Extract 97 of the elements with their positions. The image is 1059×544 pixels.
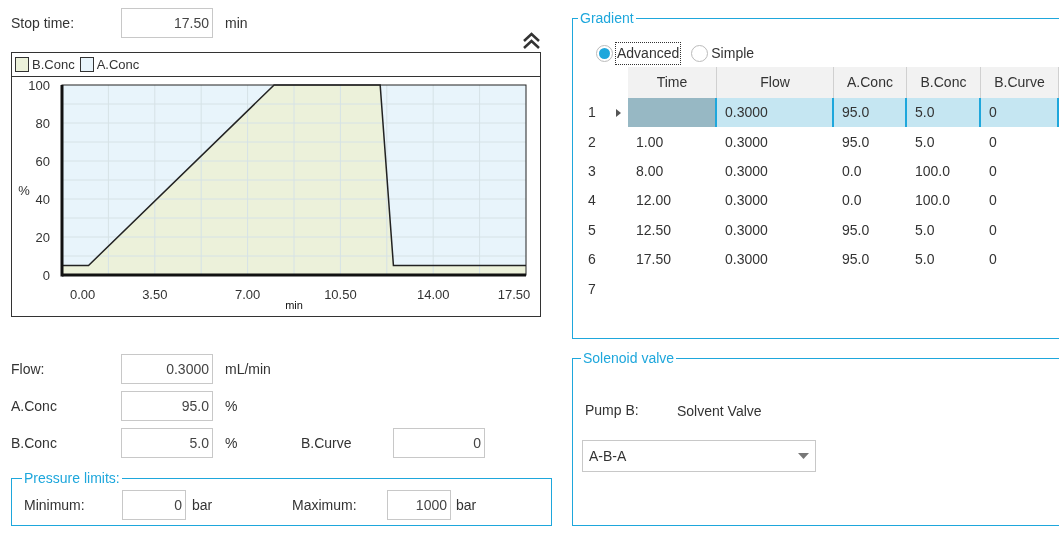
input-field[interactable]: 0 [122,490,186,520]
table-row[interactable]: 5 12.50 0.3000 95.0 5.0 0 [580,215,1059,245]
table-cell-text: 0 [988,161,998,181]
row-number: 6 [588,250,597,270]
group-title: Solenoid valve [582,349,676,368]
unit-label: % [225,433,239,453]
x-tick-label: 17.50 [497,287,531,302]
table-cell: 95.0 [834,98,907,128]
legend-label: B.Conc [32,55,75,74]
radio-option[interactable]: Advanced [596,41,682,65]
y-tick-label: 60 [35,154,50,169]
table-row[interactable]: 2 1.00 0.3000 95.0 5.0 0 [580,127,1059,157]
unit-label: bar [192,495,214,515]
field-label: B.Conc [11,433,58,453]
input-field[interactable]: 17.50 [121,8,213,38]
table-cell-text: 1.00 [635,132,665,152]
x-tick-label: 14.00 [416,287,450,302]
table-row[interactable]: 3 8.00 0.3000 0.0 100.0 0 [580,156,1059,187]
x-axis-title: min [285,299,303,311]
table-cell-text: 0 [988,191,998,211]
table-row[interactable]: 4 12.00 0.3000 0.0 100.0 0 [580,186,1059,216]
table-cell-text: 0 [988,132,998,152]
field-label: Minimum: [24,495,86,515]
y-axis-title: % [18,183,30,198]
table-cell: 0 [981,98,1059,128]
column-header[interactable]: Time [628,67,717,98]
table-cell-text: 0 [988,220,998,240]
group-title: Pressure limits: [23,469,121,488]
column-header[interactable]: B.Curve [981,67,1059,98]
table-cell-text: 5.0 [914,220,936,240]
table-cell-text: 100.0 [914,161,952,181]
table-cell-text: 8.00 [635,161,665,181]
table-cell-text: 0.0 [841,161,863,181]
row-number: 3 [588,161,597,181]
unit-label: bar [456,495,477,515]
field-label: Pump B: [585,401,640,420]
table-cell-text: 95.0 [841,132,871,152]
group-title: Gradient [579,9,635,28]
table-cell-text: 0.3000 [724,220,769,240]
table-cell-text: 0.3000 [724,161,769,181]
field-label: Stop time: [11,13,76,33]
dropdown[interactable]: A-B-A [582,440,816,472]
x-tick-label: 3.50 [142,287,168,302]
input-field[interactable]: 5.0 [121,428,213,458]
radio-label: Simple [710,43,756,63]
column-header[interactable]: Flow [717,67,834,98]
table-cell-text: 0.3000 [724,132,769,152]
unit-label: % [225,396,239,416]
y-tick-label: 20 [35,230,50,245]
table-cell: 5.0 [907,98,981,128]
table-cell-text: 5.0 [914,250,936,270]
row-number: 5 [588,220,597,240]
field-value: Solvent Valve [677,402,762,421]
table-cell-text: 0.0 [841,191,863,211]
table-row[interactable]: 7 [580,274,1059,304]
table-cell-text: 12.00 [635,191,673,211]
table-cell-text: 12.50 [635,220,673,240]
x-tick-label: 7.00 [234,287,261,302]
table-cell-text: 5.0 [914,132,936,152]
table-row[interactable]: 6 17.50 0.3000 95.0 5.0 0 [580,244,1059,275]
y-tick-label: 100 [28,78,50,93]
input-field[interactable]: 0 [393,428,485,458]
table-cell-text: 0 [988,250,998,270]
x-tick-label: 10.50 [324,287,357,302]
unit-label: min [225,13,248,33]
unit-label: mL/min [225,359,272,379]
dropdown-arrow-icon [798,453,809,459]
input-field[interactable]: 1000 [387,490,451,520]
table-cell-text: 100.0 [914,191,952,211]
table-cell: 0.3000 [717,98,834,128]
table-cell-text: 0.3000 [724,250,769,270]
input-field[interactable]: 0.3000 [121,354,213,384]
field-label: B.Curve [301,433,353,453]
collapse-icon[interactable] [522,32,541,50]
radio-option[interactable]: Simple [691,42,756,64]
field-label: Maximum: [292,495,358,515]
table-cell-text: 17.50 [635,250,673,270]
row-pointer-icon [616,108,621,117]
column-header[interactable]: B.Conc [907,67,981,98]
field-label: Flow: [11,359,46,379]
y-tick-label: 0 [42,268,50,283]
row-number: 1 [588,103,597,123]
field-label: A.Conc [11,396,58,416]
input-field[interactable]: 95.0 [121,391,213,421]
row-number: 7 [588,279,597,299]
legend-label: A.Conc [96,55,140,74]
x-tick-label: 0.00 [70,287,96,302]
radio-label: Advanced [615,41,682,65]
y-tick-label: 40 [35,192,50,207]
table-cell-text: 95.0 [841,220,871,240]
row-number: 4 [588,191,597,211]
table-cell-text: 95.0 [841,250,871,270]
y-tick-label: 80 [35,116,50,131]
table-row[interactable]: 1 0.3000 95.0 5.0 0 [580,98,1059,128]
table-cell-text: 0.3000 [724,191,769,211]
column-header[interactable]: A.Conc [834,67,907,98]
row-number: 2 [588,132,597,152]
